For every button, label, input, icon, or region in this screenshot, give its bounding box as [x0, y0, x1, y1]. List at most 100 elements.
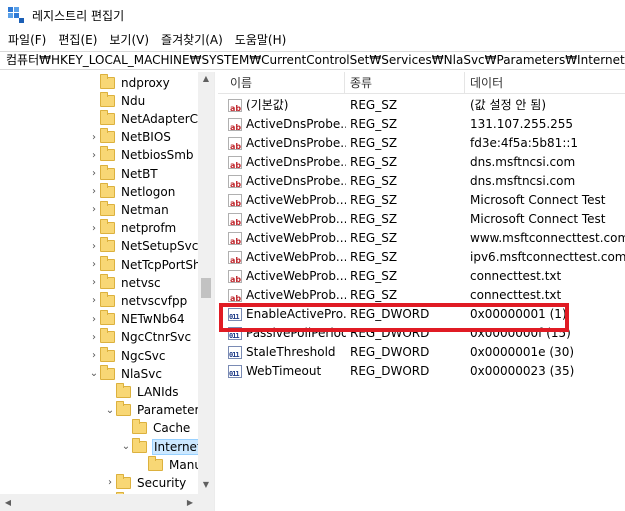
menu-view[interactable]: 보기(V)	[103, 30, 155, 50]
chevron-right-icon[interactable]: ›	[88, 182, 100, 201]
chevron-down-icon[interactable]: ⌄	[88, 364, 100, 383]
table-row[interactable]: ab ActiveWebProb... REG_SZ connecttest.txt	[218, 286, 625, 305]
tree-item[interactable]: › NetbiosSmb	[88, 146, 195, 165]
table-row[interactable]: ab ActiveDnsProbe... REG_SZ 131.107.255.255	[218, 115, 625, 134]
chevron-down-icon[interactable]: ⌄	[120, 437, 132, 456]
chevron-right-icon[interactable]	[88, 73, 100, 92]
tree-item[interactable]: › netvscvfpp	[88, 291, 188, 310]
tree-item-label: NgcSvc	[121, 348, 166, 363]
folder-icon	[100, 255, 115, 271]
value-name-cell: ab ActiveDnsProbe...	[228, 115, 346, 134]
scroll-up-arrow-icon[interactable]: ▲	[198, 74, 214, 83]
tree-item[interactable]: ⌄ NlaSvc	[88, 364, 163, 383]
menu-favorites[interactable]: 즐겨찾기(A)	[155, 30, 229, 50]
tree-item[interactable]: › NetSetupSvc	[88, 237, 199, 256]
tree-item[interactable]: › Security	[104, 473, 187, 492]
chevron-down-icon[interactable]: ⌄	[104, 401, 116, 420]
column-header-name[interactable]: 이름	[224, 72, 252, 94]
tree-item[interactable]: › NetTcpPortSha	[88, 255, 209, 274]
tree-vertical-scrollbar[interactable]: ▲ ▼	[198, 72, 214, 494]
chevron-right-icon[interactable]	[104, 382, 116, 401]
value-name: ActiveWebProb...	[246, 212, 346, 226]
table-row[interactable]: 011 PassivePollPeriod REG_DWORD 0x0000000f …	[218, 324, 625, 343]
folder-icon	[100, 310, 115, 326]
table-row[interactable]: 011 StaleThreshold REG_DWORD 0x0000001e (30…	[218, 343, 625, 362]
tree-item[interactable]: ndproxy	[88, 73, 171, 92]
tree-item[interactable]: Ndu	[88, 91, 146, 110]
folder-icon	[100, 91, 115, 107]
table-row[interactable]: ab (기본값) REG_SZ (값 설정 안 됨)	[218, 96, 625, 115]
chevron-right-icon[interactable]: ›	[88, 128, 100, 147]
table-row[interactable]: ab ActiveDnsProbe... REG_SZ dns.msftncsi.co…	[218, 172, 625, 191]
tree-item-label: netprofm	[121, 221, 177, 236]
chevron-right-icon[interactable]: ›	[88, 328, 100, 347]
chevron-right-icon[interactable]: ›	[88, 200, 100, 219]
chevron-right-icon[interactable]: ›	[88, 237, 100, 256]
tree-item-label: NetTcpPortSha	[121, 257, 208, 272]
chevron-right-icon[interactable]: ›	[88, 219, 100, 238]
column-header-data[interactable]: 데이터	[464, 72, 503, 94]
table-row[interactable]: ab ActiveWebProb... REG_SZ www.msftconnectt…	[218, 229, 625, 248]
chevron-right-icon[interactable]	[120, 419, 132, 438]
string-value-icon: ab	[228, 289, 242, 303]
chevron-right-icon[interactable]: ›	[88, 146, 100, 165]
table-row[interactable]: ab ActiveWebProb... REG_SZ Microsoft Connec…	[218, 191, 625, 210]
chevron-right-icon[interactable]	[88, 91, 100, 110]
scroll-left-arrow-icon[interactable]: ◀	[0, 498, 16, 507]
tree-item[interactable]: ⌄ Internet	[120, 437, 204, 456]
tree-item[interactable]: › Netlogon	[88, 182, 176, 201]
table-row[interactable]: ab ActiveWebProb... REG_SZ Microsoft Connec…	[218, 210, 625, 229]
tree-item[interactable]: Cache	[120, 419, 191, 438]
tree-item[interactable]: LANIds	[104, 382, 180, 401]
folder-icon	[116, 401, 131, 417]
tree-item[interactable]: NetAdapterCx	[88, 109, 206, 128]
value-data: 0x0000000f (15)	[470, 326, 571, 340]
value-name-cell: ab ActiveWebProb...	[228, 267, 346, 286]
column-header-type[interactable]: 종류	[344, 72, 372, 94]
chevron-right-icon[interactable]: ›	[88, 310, 100, 329]
scrollbar-thumb[interactable]	[201, 278, 211, 298]
chevron-right-icon[interactable]: ›	[88, 164, 100, 183]
value-name-cell: ab ActiveWebProb...	[228, 191, 346, 210]
chevron-right-icon[interactable]: ›	[88, 255, 100, 274]
tree-item[interactable]: Manu	[136, 455, 203, 474]
value-name: ActiveWebProb...	[246, 193, 346, 207]
chevron-right-icon[interactable]	[136, 455, 148, 474]
value-name-cell: 011 StaleThreshold	[228, 343, 346, 362]
table-row[interactable]: ab ActiveWebProb... REG_SZ connecttest.txt	[218, 267, 625, 286]
tree-item[interactable]: › netvsc	[88, 273, 162, 292]
tree-item[interactable]: › NETwNb64	[88, 310, 186, 329]
tree-item[interactable]: › NetBT	[88, 164, 159, 183]
chevron-right-icon[interactable]: ›	[104, 473, 116, 492]
tree-item[interactable]: › netprofm	[88, 219, 177, 238]
tree-item[interactable]: › Netman	[88, 200, 170, 219]
chevron-right-icon[interactable]	[88, 109, 100, 128]
menu-edit[interactable]: 편집(E)	[52, 30, 103, 50]
address-bar[interactable]: 컴퓨터₩HKEY_LOCAL_MACHINE₩SYSTEM₩CurrentCon…	[0, 51, 625, 70]
table-row[interactable]: 011 EnableActivePro... REG_DWORD 0x00000001…	[218, 305, 625, 324]
list-header: 이름 종류 데이터	[218, 72, 625, 94]
scroll-right-arrow-icon[interactable]: ▶	[182, 498, 198, 507]
chevron-right-icon[interactable]: ›	[88, 273, 100, 292]
menu-file[interactable]: 파일(F)	[0, 30, 52, 50]
key-tree: ndproxy Ndu NetAdapterCx › NetBIOS › NetbiosSm…	[0, 72, 215, 511]
tree-horizontal-scrollbar[interactable]: ◀ ▶	[0, 494, 214, 511]
tree-item-label: NetSetupSvc	[121, 239, 199, 254]
table-row[interactable]: ab ActiveDnsProbe... REG_SZ fd3e:4f5a:5b81:…	[218, 134, 625, 153]
scroll-down-arrow-icon[interactable]: ▼	[198, 480, 214, 489]
table-row[interactable]: 011 WebTimeout REG_DWORD 0x00000023 (35)	[218, 362, 625, 381]
folder-icon	[100, 182, 115, 198]
tree-item-label: netvscvfpp	[121, 293, 188, 308]
chevron-right-icon[interactable]: ›	[88, 291, 100, 310]
string-value-icon: ab	[228, 137, 242, 151]
table-row[interactable]: ab ActiveDnsProbe... REG_SZ dns.msftncsi.co…	[218, 153, 625, 172]
chevron-right-icon[interactable]: ›	[88, 346, 100, 365]
tree-item[interactable]: › NgcCtnrSvc	[88, 328, 192, 347]
tree-item[interactable]: ⌄ Parameters	[104, 401, 207, 420]
tree-item[interactable]: › NgcSvc	[88, 346, 167, 365]
folder-icon	[116, 382, 131, 398]
tree-item[interactable]: › NetBIOS	[88, 128, 172, 147]
table-row[interactable]: ab ActiveWebProb... REG_SZ ipv6.msftconnect…	[218, 248, 625, 267]
menu-help[interactable]: 도움말(H)	[229, 30, 293, 50]
string-value-icon: ab	[228, 232, 242, 246]
